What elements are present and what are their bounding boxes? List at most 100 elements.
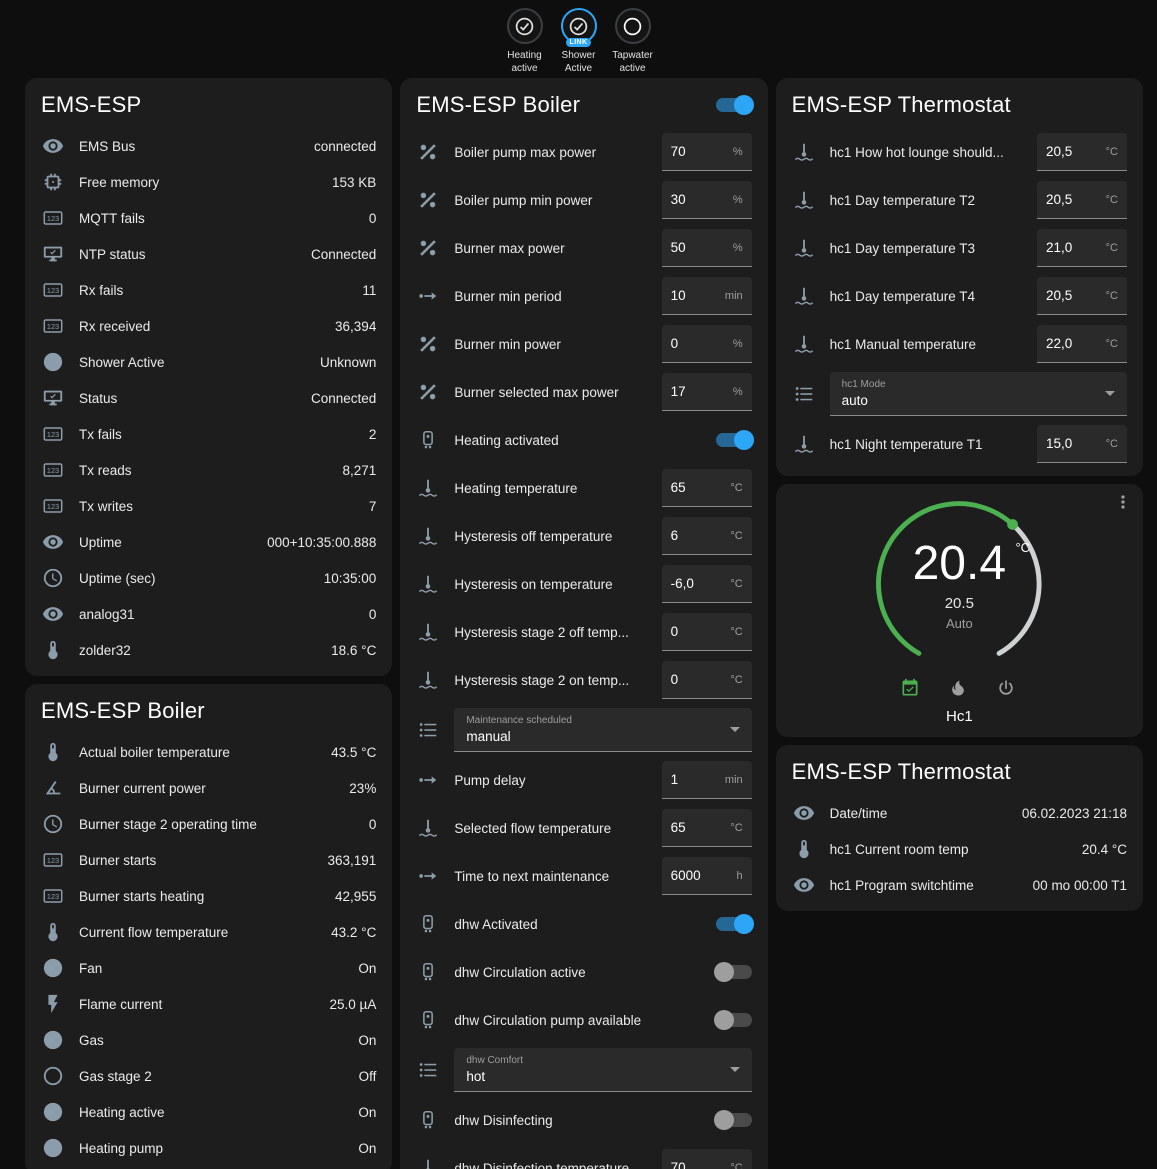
entity-row[interactable]: hc1 Current room temp20.4 °C [776,831,1143,867]
entity-row[interactable]: Uptime (sec)10:35:00 [25,560,392,596]
number-value: 20,5 [1046,288,1072,303]
power-icon[interactable] [996,678,1018,700]
select-field[interactable]: Maintenance scheduledmanual [454,708,751,752]
number-input[interactable]: 0% [662,325,752,363]
dots-vertical-icon[interactable] [1113,492,1137,516]
entity-name: Fan [79,961,344,976]
entity-row[interactable]: EMS Busconnected [25,128,392,164]
entity-value: 18.6 °C [331,643,376,658]
number-unit: °C [726,530,742,542]
entity-row: dhw Circulation active [400,948,767,996]
number-unit: °C [1102,194,1118,206]
entity-row[interactable]: FanOn [25,950,392,986]
select-field[interactable]: hc1 Modeauto [830,372,1127,416]
number-input[interactable]: 6000h [662,857,752,895]
entity-name: Burner starts [79,853,314,868]
entity-row[interactable]: 123Rx received36,394 [25,308,392,344]
number-input[interactable]: 20,5°C [1037,133,1127,171]
entity-row: Pump delay1min [400,756,767,804]
number-unit: % [729,146,743,158]
select-label: hc1 Mode [842,379,886,390]
entity-name: Hysteresis off temperature [454,529,647,544]
number-input[interactable]: 15,0°C [1037,425,1127,463]
entity-row[interactable]: analog310 [25,596,392,632]
entity-row[interactable]: Free memory153 KB [25,164,392,200]
entity-row[interactable]: GasOn [25,1022,392,1058]
entity-row[interactable]: Gas stage 2Off [25,1058,392,1094]
number-unit: °C [1102,290,1118,302]
number-input[interactable]: 20,5°C [1037,181,1127,219]
number-input[interactable]: 1min [662,761,752,799]
entity-row[interactable]: Heating pumpOn [25,1130,392,1166]
entity-row: dhw Disinfection temperature70°C [400,1144,767,1169]
number-input[interactable]: 50% [662,229,752,267]
card-header: EMS-ESP Thermostat [776,78,1143,128]
thermostat-dial[interactable]: 20.4 °C 20.5 Auto [871,496,1047,672]
toggle-switch[interactable] [716,1113,752,1127]
number-input[interactable]: 10min [662,277,752,315]
number-input[interactable]: 21,0°C [1037,229,1127,267]
select-field[interactable]: dhw Comforthot [454,1048,751,1092]
entity-row[interactable]: 123Burner starts heating42,955 [25,878,392,914]
toggle-thumb [714,1010,734,1030]
entity-row[interactable]: 123Burner starts363,191 [25,842,392,878]
card-header: EMS-ESP Boiler [400,78,767,128]
number-input[interactable]: 17% [662,373,752,411]
entity-row: Heating temperature65°C [400,464,767,512]
toggle-switch[interactable] [716,965,752,979]
number-input[interactable]: 22,0°C [1037,325,1127,363]
svg-text:123: 123 [47,322,59,331]
number-input[interactable]: 6°C [662,517,752,555]
entity-row[interactable]: NTP statusConnected [25,236,392,272]
card-header-toggle[interactable] [716,98,752,112]
entity-name: EMS Bus [79,139,300,154]
flash-icon [41,992,65,1016]
number-input[interactable]: 70°C [662,1149,752,1169]
number-input[interactable]: 70% [662,133,752,171]
check-circle-icon [41,1136,65,1160]
entity-row[interactable]: hc1 Program switchtime00 mo 00:00 T1 [776,867,1143,903]
toggle-switch[interactable] [716,917,752,931]
entity-row[interactable]: 123MQTT fails0 [25,200,392,236]
entity-row: hc1 Modeauto [776,368,1143,420]
entity-row[interactable]: 123Tx fails2 [25,416,392,452]
entity-row[interactable]: Burner stage 2 operating time0 [25,806,392,842]
toggle-switch[interactable] [716,433,752,447]
status-badge[interactable]: LINKShower Active [554,8,604,75]
toggle-thumb [714,1110,734,1130]
status-badge[interactable]: Heating active [500,8,550,75]
entity-row: dhw Disinfecting [400,1096,767,1144]
fire-icon[interactable] [948,678,970,700]
number-input[interactable]: -6,0°C [662,565,752,603]
entity-row[interactable]: StatusConnected [25,380,392,416]
entity-row[interactable]: Date/time06.02.2023 21:18 [776,795,1143,831]
entity-row[interactable]: Current flow temperature43.2 °C [25,914,392,950]
entity-row[interactable]: Burner current power23% [25,770,392,806]
entity-row[interactable]: Shower ActiveUnknown [25,344,392,380]
middle-column: EMS-ESP Boiler Boiler pump max power70%B… [400,78,767,1169]
number-value: 70 [671,1160,686,1169]
entity-row[interactable]: Actual boiler temperature43.5 °C [25,734,392,770]
coolant-icon [792,188,816,212]
entity-row[interactable]: 123Rx fails11 [25,272,392,308]
chevron-down-icon [730,1067,740,1072]
number-input[interactable]: 65°C [662,469,752,507]
entity-row[interactable]: Uptime000+10:35:00.888 [25,524,392,560]
entity-row[interactable]: Flame current25.0 µA [25,986,392,1022]
number-input[interactable]: 65°C [662,809,752,847]
entity-value: 20.4 °C [1082,842,1127,857]
number-input[interactable]: 20,5 °C [1037,277,1127,315]
number-input[interactable]: 30% [662,181,752,219]
toggle-switch[interactable] [716,1013,752,1027]
entity-value: On [358,1105,376,1120]
entity-name: analog31 [79,607,355,622]
status-badge[interactable]: Tapwater active [608,8,658,75]
entity-row[interactable]: Heating activeOn [25,1094,392,1130]
entity-row[interactable]: 123Tx reads8,271 [25,452,392,488]
entity-row[interactable]: zolder3218.6 °C [25,632,392,668]
number-input[interactable]: 0°C [662,613,752,651]
number-input[interactable]: 0°C [662,661,752,699]
calendar-check-icon[interactable] [900,678,922,700]
entity-name: Tx writes [79,499,355,514]
entity-row[interactable]: 123Tx writes7 [25,488,392,524]
